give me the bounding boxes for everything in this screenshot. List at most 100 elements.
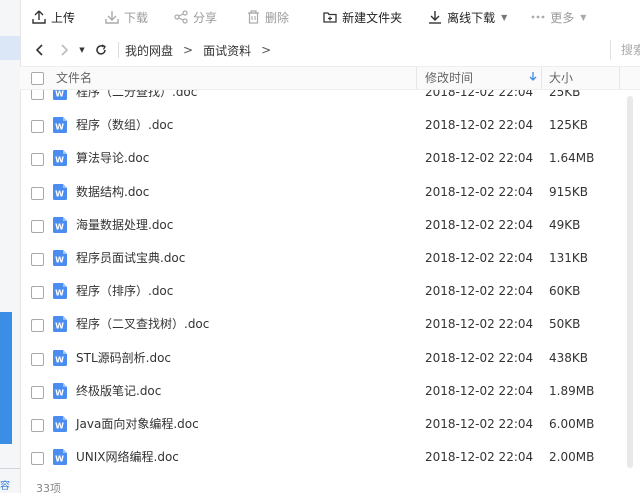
column-modified[interactable]: 修改时间	[425, 67, 473, 89]
file-row[interactable]: W UNIX网络编程.doc 2018-12-02 22:04 2.00MB	[20, 441, 620, 474]
file-row[interactable]: W 程序（数组）.doc 2018-12-02 22:04 125KB	[20, 109, 620, 142]
file-size: 1.89MB	[549, 383, 595, 398]
file-name[interactable]: Java面向对象编程.doc	[76, 408, 199, 441]
svg-text:W: W	[55, 388, 64, 397]
word-doc-icon: W	[53, 349, 67, 366]
file-row[interactable]: W 终极版笔记.doc 2018-12-02 22:04 1.89MB	[20, 375, 620, 408]
file-row[interactable]: W 程序员面试宝典.doc 2018-12-02 22:04 131KB	[20, 242, 620, 275]
new-folder-button[interactable]: 新建文件夹	[315, 0, 410, 34]
sort-down-icon[interactable]	[529, 67, 537, 89]
share-button[interactable]: 分享	[166, 0, 225, 34]
file-row[interactable]: W 程序（二分查找）.doc 2018-12-02 22:04 25KB	[20, 90, 620, 109]
column-divider[interactable]	[416, 67, 417, 89]
column-name[interactable]: 文件名	[56, 67, 92, 89]
forward-button[interactable]	[54, 34, 76, 66]
file-size: 131KB	[549, 251, 589, 265]
breadcrumb-root[interactable]: 我的网盘	[125, 42, 173, 59]
forward-icon	[61, 44, 69, 56]
row-checkbox[interactable]	[31, 90, 44, 100]
file-row[interactable]: W 海量数据处理.doc 2018-12-02 22:04 49KB	[20, 209, 620, 242]
file-name[interactable]: 终极版笔记.doc	[76, 375, 161, 408]
row-checkbox[interactable]	[31, 352, 44, 366]
file-name[interactable]: UNIX网络编程.doc	[76, 441, 179, 474]
svg-text:W: W	[55, 123, 64, 132]
file-row[interactable]: W 算法导论.doc 2018-12-02 22:04 1.64MB	[20, 142, 620, 175]
scrollbar-thumb[interactable]	[627, 96, 633, 468]
file-browser: 上传 下载 分享 删除 新建文件夹 离线下载 ▼ 更多 ▼ ▼ 我的网盘 > 面…	[20, 0, 640, 495]
file-name[interactable]: 算法导论.doc	[76, 142, 149, 175]
file-name[interactable]: 程序（排序）.doc	[76, 275, 173, 308]
row-checkbox[interactable]	[31, 186, 44, 200]
svg-text:W: W	[55, 222, 64, 231]
delete-label: 删除	[265, 10, 290, 25]
sidebar-fragment-label[interactable]: 容	[0, 477, 10, 492]
delete-button[interactable]: 删除	[239, 0, 297, 34]
column-divider[interactable]	[619, 67, 620, 89]
file-size: 6.00MB	[549, 417, 595, 431]
column-size[interactable]: 大小	[549, 67, 573, 89]
upload-label: 上传	[51, 10, 76, 25]
select-all-checkbox[interactable]	[31, 72, 44, 85]
column-divider[interactable]	[541, 67, 542, 89]
file-modified: 2018-12-02 22:04	[425, 251, 534, 265]
file-row[interactable]: W 程序（排序）.doc 2018-12-02 22:04 60KB	[20, 275, 620, 308]
sidebar-selected-item[interactable]	[0, 36, 20, 60]
file-modified: 2018-12-02 22:04	[425, 217, 534, 232]
file-row[interactable]: W STL源码剖析.doc 2018-12-02 22:04 438KB	[20, 342, 620, 375]
word-doc-icon: W	[53, 283, 67, 300]
svg-text:W: W	[55, 289, 64, 298]
file-size: 49KB	[549, 217, 581, 232]
sidebar-strip: 容	[0, 0, 21, 493]
breadcrumb-current[interactable]: 面试资料	[203, 42, 251, 59]
row-checkbox[interactable]	[31, 120, 44, 134]
row-checkbox[interactable]	[31, 319, 44, 333]
breadcrumb-separator-trailing[interactable]: >	[261, 43, 271, 57]
back-icon	[35, 44, 43, 56]
search-input[interactable]: 搜索	[610, 40, 640, 60]
more-button[interactable]: 更多 ▼	[523, 0, 594, 34]
offline-download-button[interactable]: 离线下载 ▼	[420, 0, 515, 34]
file-name[interactable]: 程序员面试宝典.doc	[76, 242, 185, 275]
file-name[interactable]: 数据结构.doc	[76, 176, 149, 209]
svg-text:W: W	[55, 156, 64, 165]
download-label: 下载	[124, 10, 149, 25]
file-modified: 2018-12-02 22:04	[425, 383, 534, 398]
row-checkbox[interactable]	[31, 153, 44, 167]
file-size: 1.64MB	[549, 151, 595, 166]
download-button[interactable]: 下载	[97, 0, 156, 34]
file-name[interactable]: 程序（二分查找）.doc	[76, 90, 197, 109]
word-doc-icon: W	[53, 316, 67, 333]
row-checkbox[interactable]	[31, 253, 44, 266]
svg-text:W: W	[55, 422, 64, 431]
file-name[interactable]: STL源码剖析.doc	[76, 342, 171, 375]
history-caret-icon: ▼	[79, 46, 85, 54]
file-row[interactable]: W 程序（二叉查找树）.doc 2018-12-02 22:04 50KB	[20, 308, 620, 341]
file-name[interactable]: 程序（数组）.doc	[76, 109, 173, 142]
word-doc-icon: W	[53, 90, 67, 100]
file-modified: 2018-12-02 22:04	[425, 317, 534, 332]
row-checkbox[interactable]	[31, 419, 44, 432]
upload-button[interactable]: 上传	[24, 0, 83, 34]
row-checkbox[interactable]	[31, 219, 44, 233]
row-checkbox[interactable]	[31, 385, 44, 399]
word-doc-icon: W	[53, 416, 67, 432]
back-button[interactable]	[28, 34, 50, 66]
file-row[interactable]: W 数据结构.doc 2018-12-02 22:04 915KB	[20, 176, 620, 209]
file-row[interactable]: W Java面向对象编程.doc 2018-12-02 22:04 6.00MB	[20, 408, 620, 441]
row-checkbox[interactable]	[31, 286, 44, 300]
word-doc-icon: W	[53, 250, 67, 266]
column-header: 文件名 修改时间 大小	[20, 66, 640, 90]
sidebar-panel[interactable]	[0, 312, 12, 444]
download-icon	[105, 11, 119, 24]
file-size: 60KB	[549, 284, 581, 299]
refresh-button[interactable]	[90, 34, 112, 66]
file-name[interactable]: 程序（二叉查找树）.doc	[76, 308, 209, 341]
navigation-bar: ▼ 我的网盘 > 面试资料 > 搜索	[20, 34, 640, 66]
file-name[interactable]: 海量数据处理.doc	[76, 209, 173, 242]
offline-download-icon	[429, 11, 442, 24]
word-doc-icon: W	[53, 449, 67, 466]
history-dropdown[interactable]: ▼	[76, 34, 88, 66]
item-count: 33项	[36, 482, 61, 495]
file-modified: 2018-12-02 22:04	[425, 90, 534, 99]
row-checkbox[interactable]	[31, 452, 44, 466]
